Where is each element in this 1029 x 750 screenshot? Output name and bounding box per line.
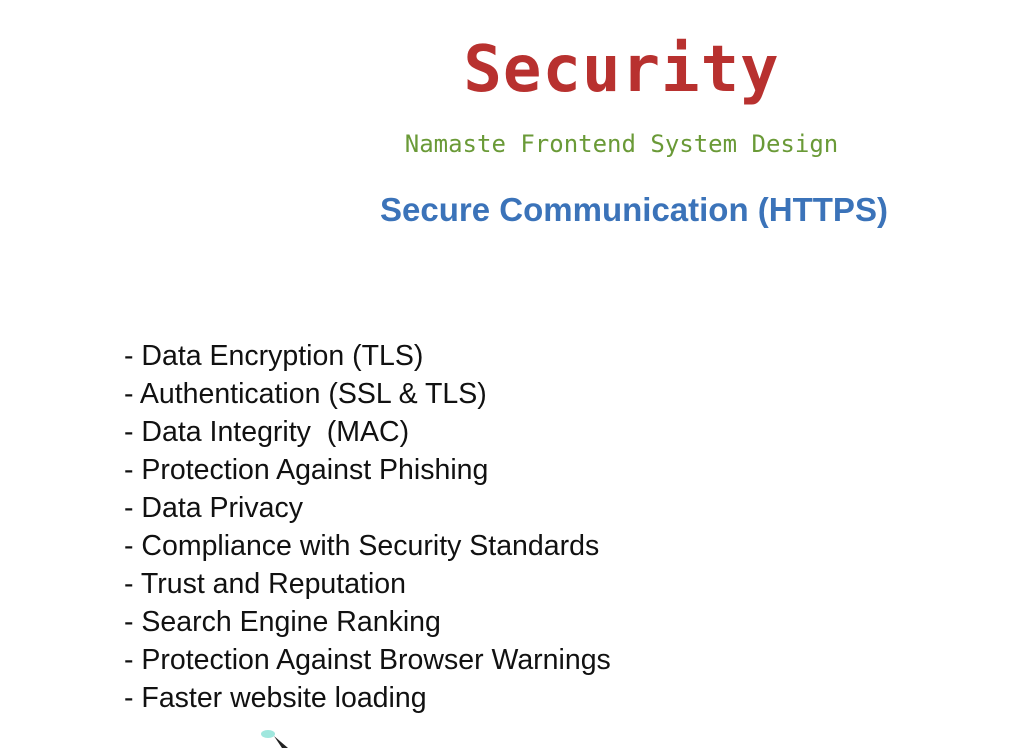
slide: Security Namaste Frontend System Design … — [0, 0, 1029, 750]
list-item: - Protection Against Browser Warnings — [124, 644, 611, 676]
list-item: - Trust and Reputation — [124, 568, 406, 600]
bullet-list: - Data Encryption (TLS) - Authentication… — [124, 337, 611, 717]
list-item: - Data Encryption (TLS) — [124, 340, 424, 372]
list-item: - Protection Against Phishing — [124, 454, 489, 486]
list-item: - Data Integrity (MAC) — [124, 416, 410, 448]
list-item: - Authentication (SSL & TLS) — [124, 378, 487, 410]
slide-subtitle: Namaste Frontend System Design — [404, 130, 839, 158]
list-item: - Compliance with Security Standards — [124, 530, 600, 562]
list-item: - Faster website loading — [124, 682, 427, 714]
list-item: - Data Privacy — [124, 492, 303, 524]
slide-title: Security — [463, 33, 780, 107]
pen-cursor-icon — [261, 730, 288, 748]
list-item: - Search Engine Ranking — [124, 606, 441, 638]
section-heading: Secure Communication (HTTPS) — [380, 191, 888, 228]
